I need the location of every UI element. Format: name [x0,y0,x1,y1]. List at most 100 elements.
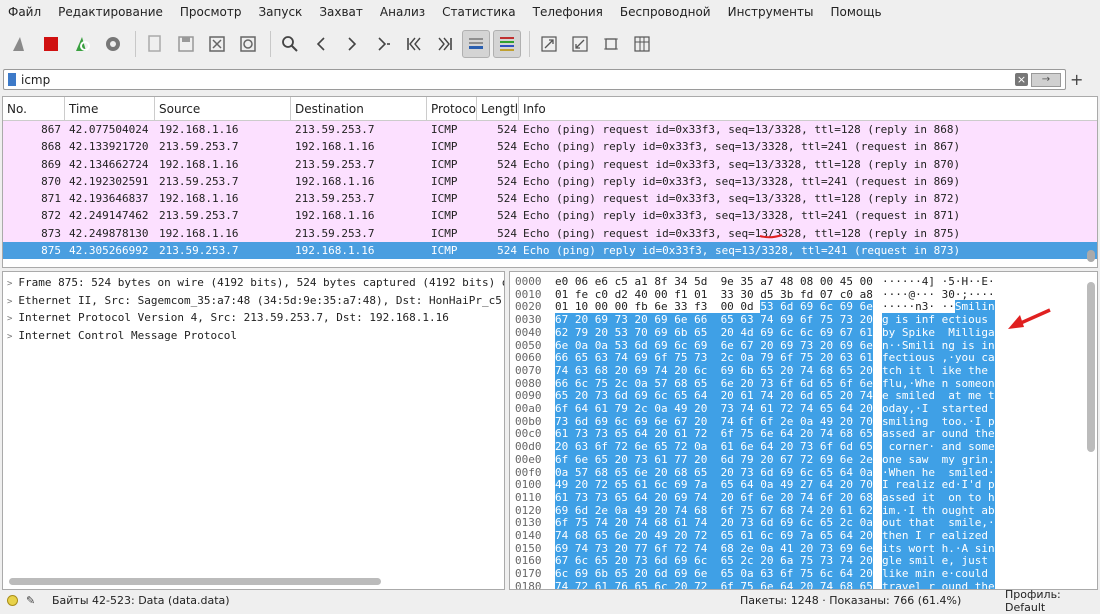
menu-item[interactable]: Помощь [830,5,881,19]
menu-item[interactable]: Телефония [533,5,603,19]
add-filter-button-icon[interactable]: + [1070,70,1083,89]
packet-cell-src: 213.59.253.7 [159,174,239,188]
find-packet-icon[interactable] [276,30,304,58]
packet-cell-no: 873 [41,226,61,240]
detail-tree-item[interactable]: > Frame 875: 524 bytes on wire (4192 bits… [3,274,504,292]
bytes-row[interactable]: 00b0 73 6d 69 6c 69 6e 67 20 74 6f 6f 2e … [510,414,1085,428]
menu-item[interactable]: Запуск [258,5,302,19]
bytes-row[interactable]: 00e0 6f 6e 65 20 73 61 77 20 6d 79 20 67 … [510,452,1085,466]
column-header-time[interactable]: Time [65,97,155,121]
menu-item[interactable]: Статистика [442,5,516,19]
menu-item[interactable]: Просмотр [180,5,242,19]
zoom-in-icon[interactable] [535,30,563,58]
resize-columns-icon[interactable] [628,30,656,58]
open-file-icon[interactable] [141,30,169,58]
bytes-row[interactable]: 00f0 0a 57 68 65 6e 20 68 65 20 73 6d 69 … [510,465,1085,479]
expand-arrow-icon[interactable]: > [7,332,12,342]
packet-row[interactable]: 868 42.133921720 213.59.253.7 192.168.1.16 I… [3,138,1097,156]
detail-tree-item[interactable]: > Internet Protocol Version 4, Src: 213.5… [3,309,504,327]
bytes-row[interactable]: 00c0 61 73 73 65 64 20 61 72 6f 75 6e 64 … [510,427,1085,441]
bytes-hex-highlight: 67 20 69 73 20 69 6e 66 65 63 74 69 6f 7… [555,313,873,327]
bytes-row[interactable]: 0120 69 6d 2e 0a 49 20 74 68 6f 75 67 68 … [510,503,1085,517]
auto-scroll-icon[interactable] [462,30,490,58]
packet-row[interactable]: 872 42.249147462 213.59.253.7 192.168.1.16 I… [3,207,1097,225]
bytes-row[interactable]: 00d0 20 63 6f 72 6e 65 72 0a 61 6e 64 20 … [510,440,1085,454]
bytes-row[interactable]: 0110 61 73 73 65 64 20 69 74 20 6f 6e 20 … [510,490,1085,504]
detail-tree-item[interactable]: > Ethernet II, Src: Sagemcom_35:a7:48 (34… [3,292,504,310]
bytes-row[interactable]: 0050 6e 0a 0a 53 6d 69 6c 69 6e 67 20 69 … [510,338,1085,352]
bytes-scrollbar[interactable] [1087,280,1095,580]
column-header-info[interactable]: Info [519,97,1097,121]
menu-item[interactable]: Захват [319,5,363,19]
column-header-source[interactable]: Source [155,97,291,121]
shark-fin-start-icon[interactable] [6,30,34,58]
reload-file-icon[interactable] [234,30,262,58]
packet-row[interactable]: 870 42.192302591 213.59.253.7 192.168.1.16 I… [3,172,1097,191]
menu-item[interactable]: Файл [8,5,41,19]
bytes-row[interactable]: 0080 66 6c 75 2c 0a 57 68 65 6e 20 73 6f … [510,376,1085,390]
close-file-icon[interactable] [203,30,231,58]
stop-capture-icon[interactable] [37,30,65,58]
save-file-icon[interactable] [172,30,200,58]
bytes-row[interactable]: 0150 69 74 73 20 77 6f 72 74 68 2e 0a 41 … [510,541,1085,555]
bytes-row[interactable]: 0040 62 79 20 53 70 69 6b 65 20 4d 69 6c … [510,325,1085,339]
column-header-length[interactable]: Lengtl [477,97,519,121]
packet-row[interactable]: 867 42.077504024 192.168.1.16 213.59.253.7 I… [3,121,1097,139]
bytes-row[interactable]: 0160 67 6c 65 20 73 6d 69 6c 65 2c 20 6a … [510,554,1085,568]
column-header-no[interactable]: No. [3,97,65,121]
menu-item[interactable]: Анализ [380,5,425,19]
menu-item[interactable]: Редактирование [58,5,163,19]
bytes-row[interactable]: 0100 49 20 72 65 61 6c 69 7a 65 64 0a 49 … [510,478,1085,492]
packet-row[interactable]: 875 42.305266992 213.59.253.7 192.168.1.16 I… [3,242,1097,260]
expert-info-icon[interactable] [7,595,18,606]
bytes-ascii: ·····n3· ··Smilin [882,300,995,314]
expand-arrow-icon[interactable]: > [7,297,12,307]
bytes-row[interactable]: 0130 6f 75 74 20 74 68 61 74 20 73 6d 69 … [510,516,1085,530]
go-to-packet-icon[interactable] [369,30,397,58]
column-header-protocol[interactable]: Protocol [427,97,477,121]
apply-filter-button[interactable]: → [1031,72,1061,87]
zoom-out-icon[interactable] [566,30,594,58]
bytes-offset: 0070 [515,363,542,377]
bookmark-icon[interactable] [8,73,16,86]
display-filter-input[interactable] [21,72,1015,87]
detail-tree-item[interactable]: > Internet Control Message Protocol [3,327,504,345]
bytes-row[interactable]: 0060 66 65 63 74 69 6f 75 73 2c 0a 79 6f … [510,351,1085,365]
bytes-row[interactable]: 0070 74 63 68 20 69 74 20 6c 69 6b 65 20 … [510,363,1085,377]
normal-size-icon[interactable] [597,30,625,58]
bytes-row[interactable]: 0030 67 20 69 73 20 69 6e 66 65 63 74 69 … [510,313,1085,327]
bytes-row[interactable]: 0090 65 20 73 6d 69 6c 65 64 20 61 74 20 … [510,389,1085,403]
bytes-row[interactable]: 0000 e0 06 e6 c5 a1 8f 34 5d 9e 35 a7 48 … [510,275,1085,288]
column-header-destination[interactable]: Destination [291,97,427,121]
colorize-icon[interactable] [493,30,521,58]
first-packet-icon[interactable] [400,30,428,58]
bytes-ascii-highlight: smiling too.·I p [882,414,995,428]
go-back-icon[interactable] [307,30,335,58]
bytes-row[interactable]: 0020 01 10 00 00 fb 6e 33 f3 00 0d 53 6d … [510,300,1085,314]
packet-list-scrollbar[interactable] [1087,122,1095,262]
bytes-hex: 66 6c 75 2c 0a 57 68 65 6e 20 73 6f 6d 6… [555,376,873,390]
menu-item[interactable]: Беспроводной [620,5,711,19]
bytes-row[interactable]: 00a0 6f 64 61 79 2c 0a 49 20 73 74 61 72 … [510,402,1085,415]
packet-row[interactable]: 869 42.134662724 192.168.1.16 213.59.253.7 I… [3,155,1097,173]
bytes-row[interactable]: 0140 74 68 65 6e 20 49 20 72 65 61 6c 69 … [510,529,1085,542]
expand-arrow-icon[interactable]: > [7,279,12,289]
capture-comment-icon[interactable]: ✎ [26,594,35,607]
display-filter-bar: × → [3,69,1066,90]
clear-filter-icon[interactable]: × [1015,73,1028,86]
packet-row[interactable]: 871 42.193646837 192.168.1.16 213.59.253.7 I… [3,190,1097,208]
go-forward-icon[interactable] [338,30,366,58]
last-packet-icon[interactable] [431,30,459,58]
menu-item[interactable]: Инструменты [728,5,814,19]
bytes-offset: 0040 [515,325,542,339]
details-horizontal-scrollbar[interactable] [9,578,381,585]
restart-capture-icon[interactable] [68,30,96,58]
capture-options-icon[interactable] [99,30,127,58]
bytes-row[interactable]: 0180 74 72 61 76 65 6c 20 72 6f 75 6e 64 … [510,579,1085,589]
bytes-row[interactable]: 0010 01 fe c0 d2 40 00 f1 01 33 30 d5 3b … [510,288,1085,301]
bytes-row[interactable]: 0170 6c 69 6b 65 20 6d 69 6e 65 0a 63 6f … [510,567,1085,581]
bytes-ascii-highlight: flu,·Whe n someon [882,376,995,390]
packet-cell-proto: ICMP [431,226,458,240]
packet-row[interactable]: 873 42.249878130 192.168.1.16 213.59.253.7 I… [3,224,1097,243]
expand-arrow-icon[interactable]: > [7,314,12,324]
